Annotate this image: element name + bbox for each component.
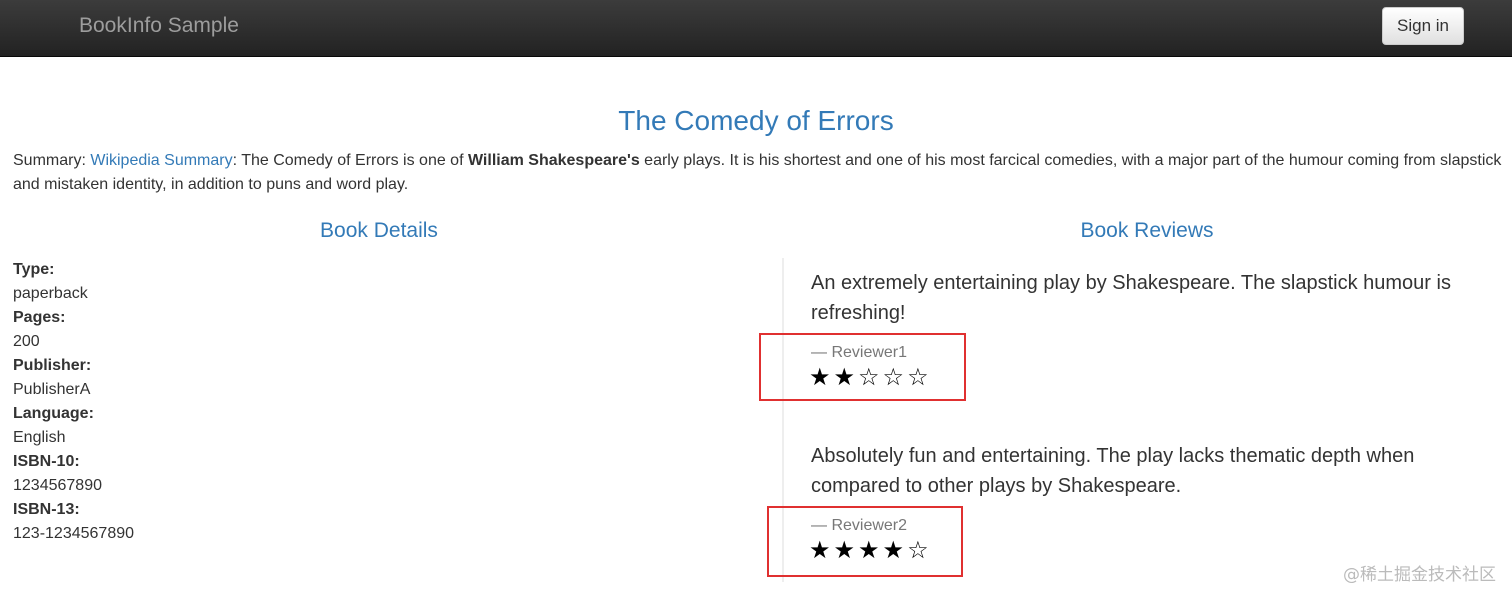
- detail-value-type: paperback: [13, 285, 88, 302]
- sign-in-button[interactable]: Sign in: [1382, 7, 1464, 45]
- wikipedia-summary-link[interactable]: Wikipedia Summary: [90, 152, 232, 169]
- detail-value-isbn13: 123-1234567890: [13, 525, 135, 542]
- book-details-list: Type: paperback Pages: 200 Publisher: Pu…: [13, 258, 134, 546]
- detail-label-language: Language:: [13, 405, 94, 422]
- detail-label-isbn10: ISBN-10:: [13, 453, 80, 470]
- review-text-2: Absolutely fun and entertaining. The pla…: [811, 445, 1415, 497]
- watermark-text: @稀土掘金技术社区: [1343, 565, 1496, 585]
- summary-label: Summary:: [13, 152, 91, 169]
- detail-value-isbn10: 1234567890: [13, 477, 102, 494]
- detail-label-isbn13: ISBN-13:: [13, 501, 80, 518]
- brand-link[interactable]: BookInfo Sample: [79, 14, 239, 38]
- annotation-highlight-box-2: [767, 506, 963, 577]
- book-summary: Summary: Wikipedia Summary: The Comedy o…: [13, 149, 1512, 197]
- detail-value-publisher: PublisherA: [13, 381, 91, 398]
- review-text-1: An extremely entertaining play by Shakes…: [811, 272, 1451, 324]
- detail-label-type: Type:: [13, 261, 55, 278]
- navbar: BookInfo Sample Sign in: [0, 0, 1512, 57]
- summary-text-1: : The Comedy of Errors is one of: [232, 152, 468, 169]
- page-title: The Comedy of Errors: [618, 105, 894, 136]
- summary-author: William Shakespeare's: [467, 152, 640, 169]
- book-reviews-heading: Book Reviews: [1080, 219, 1214, 242]
- detail-value-language: English: [13, 429, 66, 446]
- detail-label-publisher: Publisher:: [13, 357, 92, 374]
- book-details-heading: Book Details: [320, 219, 438, 242]
- detail-label-pages: Pages:: [13, 309, 66, 326]
- detail-value-pages: 200: [13, 333, 40, 350]
- annotation-highlight-box-1: [759, 333, 966, 401]
